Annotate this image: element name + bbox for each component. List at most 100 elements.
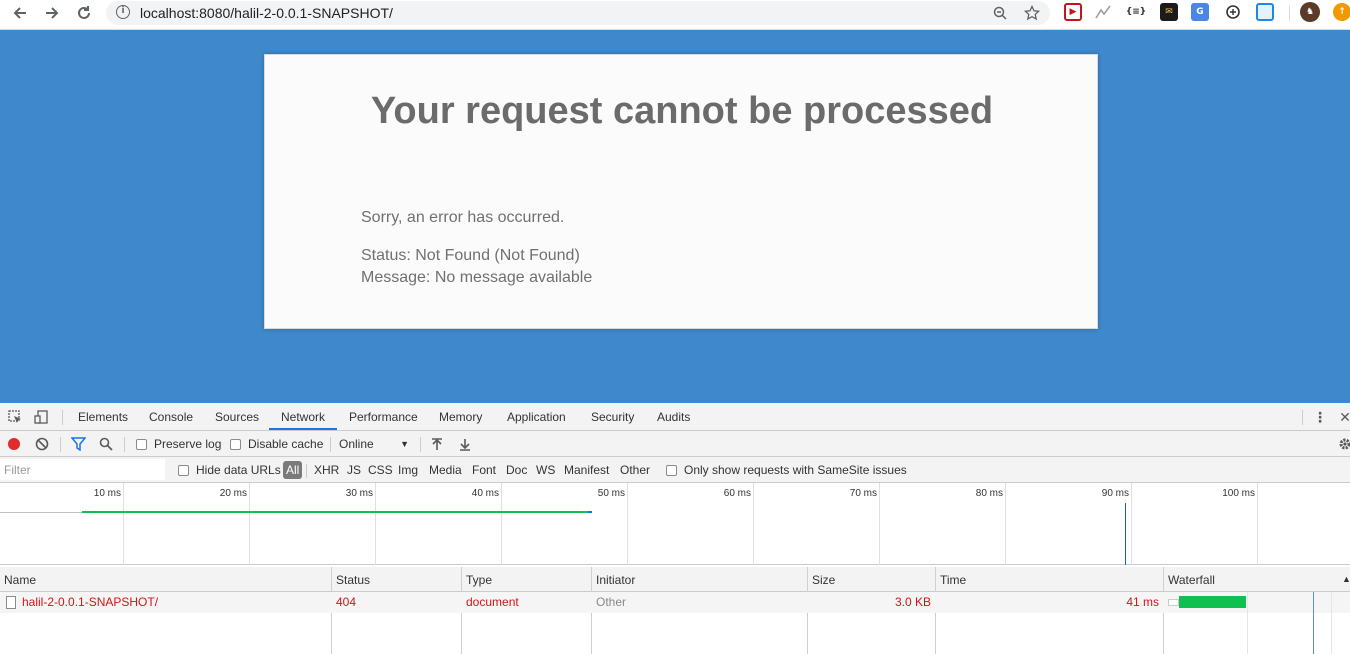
- overview-gridline: [1257, 483, 1258, 565]
- sort-ascending-icon[interactable]: ▲: [1342, 574, 1350, 584]
- request-initiator: Other: [596, 595, 627, 609]
- hide-data-urls-checkbox[interactable]: Hide data URLs: [178, 457, 281, 483]
- address-bar[interactable]: i localhost:8080/halil-2-0.0.1-SNAPSHOT/: [106, 1, 1050, 25]
- network-toolbar: Preserve log Disable cache Online ▼: [0, 431, 1350, 457]
- type-filter-font[interactable]: Font: [469, 461, 499, 479]
- filter-funnel-icon[interactable]: [71, 431, 86, 457]
- site-info-icon[interactable]: i: [116, 5, 130, 19]
- type-filter-media[interactable]: Media: [426, 461, 465, 479]
- samesite-label: Only show requests with SameSite issues: [684, 463, 907, 477]
- settings-gear-icon[interactable]: [1338, 431, 1350, 457]
- waterfall-timing-bar: [1179, 596, 1246, 608]
- trend-extension-icon[interactable]: [1094, 3, 1112, 21]
- back-arrow-icon[interactable]: [6, 0, 34, 26]
- tab-network[interactable]: Network: [269, 403, 338, 430]
- preserve-log-checkbox[interactable]: Preserve log: [136, 431, 221, 457]
- export-har-icon[interactable]: [459, 431, 471, 457]
- request-name[interactable]: halil-2-0.0.1-SNAPSHOT/: [22, 592, 158, 613]
- filter-input[interactable]: [0, 459, 165, 480]
- checkbox-box[interactable]: [666, 464, 677, 476]
- json-extension-icon[interactable]: {≡}: [1126, 3, 1146, 21]
- type-filter-all[interactable]: All: [283, 461, 303, 479]
- bookmark-star-icon[interactable]: [1022, 3, 1042, 23]
- toolbar-divider: [420, 437, 421, 452]
- overview-load-marker: [1125, 503, 1126, 565]
- forward-arrow-icon[interactable]: [38, 0, 66, 26]
- tab-security[interactable]: Security: [591, 403, 634, 430]
- checkbox-box[interactable]: [230, 438, 241, 450]
- tab-elements[interactable]: Elements: [78, 403, 128, 430]
- type-filter-other[interactable]: Other: [617, 461, 653, 479]
- overview-tick-label: 50 ms: [597, 488, 625, 499]
- disable-cache-checkbox[interactable]: Disable cache: [230, 431, 323, 457]
- profile-avatar-icon[interactable]: ♞: [1300, 2, 1320, 22]
- device-toolbar-icon[interactable]: [32, 408, 50, 426]
- record-icon[interactable]: [7, 431, 21, 457]
- column-time[interactable]: Time: [936, 567, 966, 592]
- checkbox-box[interactable]: [178, 464, 189, 476]
- toolbar-divider: [60, 437, 61, 452]
- request-size: 3.0 KB: [894, 595, 931, 609]
- zoom-icon[interactable]: [990, 3, 1010, 23]
- requests-table-header: Name Status Type Initiator Size Time Wat…: [0, 567, 1350, 592]
- overview-tick-label: 90 ms: [1101, 488, 1129, 499]
- type-filter-xhr[interactable]: XHR: [311, 461, 342, 479]
- type-divider: [306, 464, 307, 478]
- video-extension-icon[interactable]: ▶: [1064, 3, 1082, 21]
- toolbar-divider: [124, 437, 125, 452]
- column-name[interactable]: Name: [0, 567, 36, 592]
- overview-tick-label: 100 ms: [1222, 488, 1255, 499]
- samesite-checkbox[interactable]: Only show requests with SameSite issues: [666, 457, 907, 483]
- tab-memory[interactable]: Memory: [439, 403, 482, 430]
- tab-application[interactable]: Application: [507, 403, 566, 430]
- inspect-element-icon[interactable]: [6, 408, 24, 426]
- request-status: 404: [336, 595, 357, 609]
- request-time: 41 ms: [1126, 595, 1159, 609]
- throttling-value: Online: [339, 437, 374, 451]
- overview-tick-label: 40 ms: [471, 488, 499, 499]
- devtools-panel: Elements Console Sources Network Perform…: [0, 403, 1350, 654]
- type-filter-js[interactable]: JS: [344, 461, 364, 479]
- filter-bar: Hide data URLs All XHR JS CSS Img Media …: [0, 457, 1350, 483]
- overview-gridline: [1005, 483, 1006, 565]
- column-waterfall[interactable]: Waterfall: [1164, 567, 1215, 592]
- table-row[interactable]: halil-2-0.0.1-SNAPSHOT/ 404 document Oth…: [0, 592, 1350, 613]
- close-devtools-icon[interactable]: ✕: [1336, 408, 1350, 426]
- tab-performance[interactable]: Performance: [349, 403, 418, 430]
- translate-extension-icon[interactable]: G: [1191, 3, 1209, 21]
- tab-sources[interactable]: Sources: [215, 403, 259, 430]
- reload-icon[interactable]: [70, 0, 98, 26]
- document-icon: [6, 596, 16, 609]
- tabbar-divider-right: [1302, 410, 1303, 425]
- window-extension-icon[interactable]: [1256, 3, 1274, 21]
- type-filter-doc[interactable]: Doc: [503, 461, 530, 479]
- update-icon[interactable]: ↑: [1333, 3, 1350, 21]
- mail-extension-icon[interactable]: ✉: [1160, 3, 1178, 21]
- more-options-icon[interactable]: ⋮: [1311, 408, 1329, 426]
- error-message-text: Message: No message available: [361, 269, 593, 286]
- tab-console[interactable]: Console: [149, 403, 193, 430]
- throttling-select[interactable]: Online ▼: [339, 431, 411, 457]
- network-overview[interactable]: 10 ms 20 ms 30 ms 40 ms 50 ms 60 ms 70 m…: [0, 483, 1350, 565]
- disable-cache-label: Disable cache: [248, 437, 324, 451]
- type-filter-manifest[interactable]: Manifest: [561, 461, 612, 479]
- toolbar-divider: [1289, 5, 1290, 21]
- tabbar-divider: [62, 410, 63, 425]
- import-har-icon[interactable]: [431, 431, 443, 457]
- column-type[interactable]: Type: [462, 567, 492, 592]
- column-size[interactable]: Size: [808, 567, 835, 592]
- url-text[interactable]: localhost:8080/halil-2-0.0.1-SNAPSHOT/: [140, 5, 393, 21]
- checkbox-box[interactable]: [136, 438, 147, 450]
- type-filter-img[interactable]: Img: [395, 461, 421, 479]
- overview-tick-label: 20 ms: [219, 488, 247, 499]
- sync-extension-icon[interactable]: [1224, 3, 1242, 21]
- column-initiator[interactable]: Initiator: [592, 567, 635, 592]
- request-type: document: [466, 595, 519, 609]
- type-filter-ws[interactable]: WS: [533, 461, 558, 479]
- clear-icon[interactable]: [35, 431, 49, 457]
- tab-audits[interactable]: Audits: [657, 403, 690, 430]
- type-filter-css[interactable]: CSS: [365, 461, 396, 479]
- search-icon[interactable]: [99, 431, 113, 457]
- column-status[interactable]: Status: [332, 567, 370, 592]
- error-status-text: Status: Not Found (Not Found): [361, 247, 580, 264]
